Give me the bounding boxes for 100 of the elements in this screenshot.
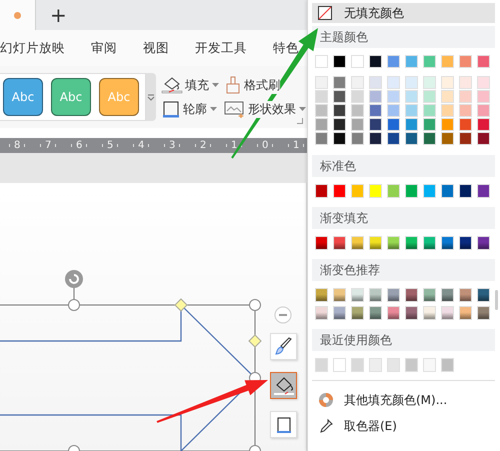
color-swatch[interactable]	[477, 236, 490, 250]
color-swatch[interactable]	[423, 358, 436, 372]
color-swatch[interactable]	[477, 288, 490, 302]
color-swatch[interactable]	[315, 132, 328, 145]
gallery-more-button[interactable]	[146, 73, 156, 121]
color-swatch[interactable]	[441, 288, 454, 302]
color-swatch[interactable]	[459, 236, 472, 250]
color-swatch[interactable]	[459, 306, 472, 320]
brush-tool-button[interactable]	[270, 333, 297, 360]
menu-tab[interactable]: 视图	[143, 40, 169, 56]
color-swatch[interactable]	[369, 236, 382, 250]
menu-tab[interactable]: 特色	[273, 40, 299, 56]
color-swatch[interactable]	[405, 288, 418, 302]
color-swatch[interactable]	[477, 104, 490, 117]
color-swatch[interactable]	[333, 288, 346, 302]
color-swatch[interactable]	[441, 236, 454, 250]
color-swatch[interactable]	[423, 90, 436, 103]
color-swatch[interactable]	[459, 184, 472, 198]
color-swatch[interactable]	[369, 90, 382, 103]
color-swatch[interactable]	[441, 90, 454, 103]
eyedropper-item[interactable]: 取色器(E)	[312, 413, 495, 439]
dialog-launcher-icon[interactable]	[297, 118, 303, 124]
color-swatch[interactable]	[369, 184, 382, 198]
no-fill-item[interactable]: 无填充颜色	[312, 3, 495, 23]
color-swatch[interactable]	[315, 55, 328, 68]
color-swatch[interactable]	[387, 358, 400, 372]
color-swatch[interactable]	[333, 104, 346, 117]
color-swatch[interactable]	[405, 184, 418, 198]
color-swatch[interactable]	[315, 288, 328, 302]
color-swatch[interactable]	[459, 104, 472, 117]
color-swatch[interactable]	[423, 132, 436, 145]
color-swatch[interactable]	[477, 184, 490, 198]
color-swatch[interactable]	[387, 76, 400, 89]
color-swatch[interactable]	[405, 118, 418, 131]
resize-handle[interactable]	[249, 299, 261, 311]
color-swatch[interactable]	[369, 55, 382, 68]
color-swatch[interactable]	[423, 184, 436, 198]
color-swatch[interactable]	[423, 306, 436, 320]
color-swatch[interactable]	[405, 76, 418, 89]
color-swatch[interactable]	[459, 90, 472, 103]
color-swatch[interactable]	[459, 288, 472, 302]
color-swatch[interactable]	[387, 288, 400, 302]
color-swatch[interactable]	[351, 132, 364, 145]
menu-tab[interactable]: 审阅	[91, 40, 117, 56]
color-swatch[interactable]	[351, 90, 364, 103]
color-swatch[interactable]	[441, 184, 454, 198]
color-swatch[interactable]	[369, 118, 382, 131]
color-swatch[interactable]	[333, 358, 346, 372]
color-swatch[interactable]	[405, 132, 418, 145]
color-swatch[interactable]	[387, 118, 400, 131]
color-swatch[interactable]	[441, 118, 454, 131]
color-swatch[interactable]	[405, 104, 418, 117]
color-swatch[interactable]	[423, 288, 436, 302]
color-swatch[interactable]	[387, 55, 400, 68]
color-swatch[interactable]	[315, 184, 328, 198]
color-swatch[interactable]	[387, 132, 400, 145]
color-swatch[interactable]	[333, 306, 346, 320]
fill-tool-button[interactable]	[270, 372, 297, 399]
color-swatch[interactable]	[405, 90, 418, 103]
color-swatch[interactable]	[459, 55, 472, 68]
color-swatch[interactable]	[387, 90, 400, 103]
color-swatch[interactable]	[423, 55, 436, 68]
color-swatch[interactable]	[369, 306, 382, 320]
fill-button[interactable]: 填充	[161, 76, 219, 94]
color-swatch[interactable]	[351, 306, 364, 320]
color-swatch[interactable]	[315, 358, 328, 372]
color-swatch[interactable]	[315, 118, 328, 131]
scrollbar-thumb[interactable]	[495, 290, 498, 310]
color-swatch[interactable]	[315, 90, 328, 103]
color-swatch[interactable]	[459, 118, 472, 131]
collapse-icon[interactable]	[274, 306, 292, 324]
color-swatch[interactable]	[351, 288, 364, 302]
color-swatch[interactable]	[405, 55, 418, 68]
new-tab-button[interactable]: +	[46, 3, 71, 27]
color-swatch[interactable]	[477, 306, 490, 320]
outline-button[interactable]: 轮廓	[161, 100, 219, 118]
color-swatch[interactable]	[459, 132, 472, 145]
color-swatch[interactable]	[423, 118, 436, 131]
color-swatch[interactable]	[369, 104, 382, 117]
color-swatch[interactable]	[351, 55, 364, 68]
color-swatch[interactable]	[333, 184, 346, 198]
color-swatch[interactable]	[387, 104, 400, 117]
color-swatch[interactable]	[351, 236, 364, 250]
document-tab[interactable]	[0, 0, 36, 30]
color-swatch[interactable]	[477, 76, 490, 89]
color-swatch[interactable]	[333, 76, 346, 89]
color-swatch[interactable]	[351, 76, 364, 89]
color-swatch[interactable]	[477, 55, 490, 68]
color-swatch[interactable]	[369, 132, 382, 145]
brush-button[interactable]: 格式刷	[224, 76, 306, 94]
color-swatch[interactable]	[477, 90, 490, 103]
color-swatch[interactable]	[387, 236, 400, 250]
color-swatch[interactable]	[315, 306, 328, 320]
color-swatch[interactable]	[441, 76, 454, 89]
color-swatch[interactable]	[441, 358, 454, 372]
color-swatch[interactable]	[477, 132, 490, 145]
color-swatch[interactable]	[351, 118, 364, 131]
color-swatch[interactable]	[315, 76, 328, 89]
color-swatch[interactable]	[351, 358, 364, 372]
color-swatch[interactable]	[315, 104, 328, 117]
